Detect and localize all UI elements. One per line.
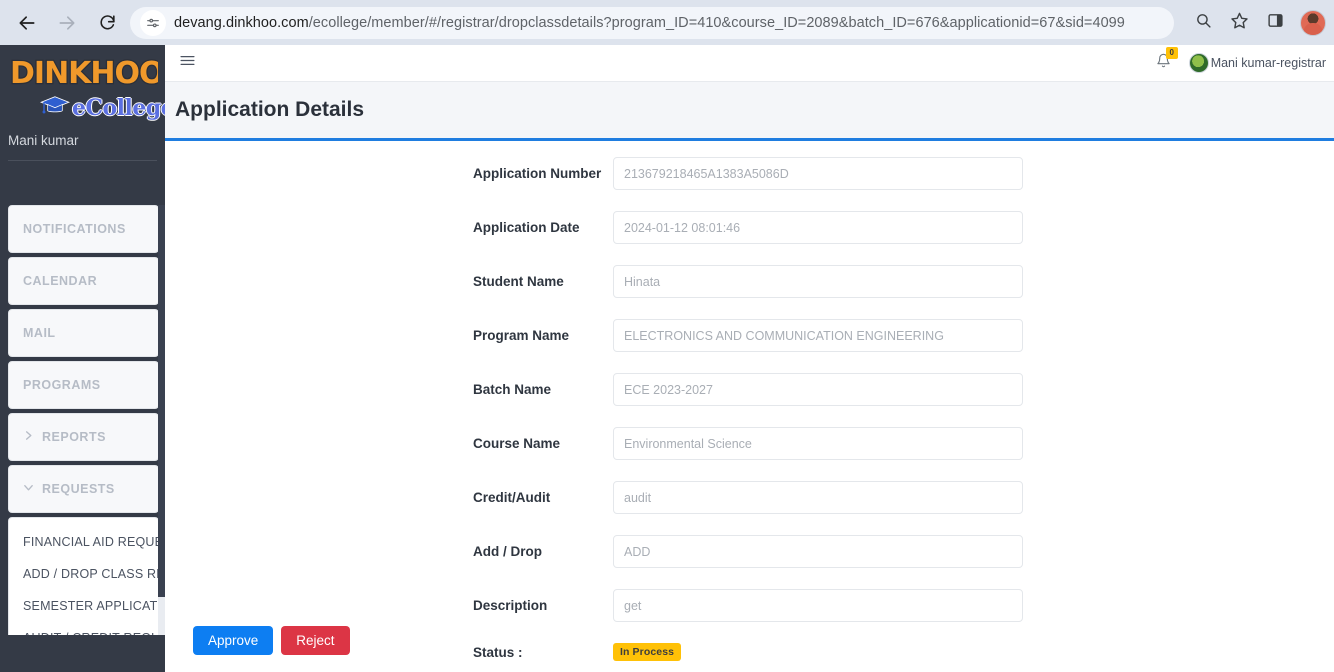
search-icon: [1195, 12, 1212, 34]
form-row-course-name: Course Name Environmental Science: [165, 427, 1334, 460]
reload-icon: [98, 13, 117, 32]
chevron-right-icon: [23, 430, 34, 444]
notification-bell-button[interactable]: 0: [1156, 47, 1178, 73]
profile-avatar-icon[interactable]: [1300, 9, 1326, 36]
sidebar-divider: [8, 160, 157, 161]
field-label: Student Name: [473, 274, 564, 289]
form-row-add-drop: Add / Drop ADD: [165, 535, 1334, 568]
field-label: Credit/Audit: [473, 490, 551, 505]
brand-subtitle: eCollege: [72, 94, 165, 121]
brand-block[interactable]: DINKHOO! eCollege Mani kumar: [0, 45, 165, 161]
back-arrow-icon: [17, 13, 37, 33]
program-name-input[interactable]: ELECTRONICS AND COMMUNICATION ENGINEERIN…: [613, 319, 1023, 352]
course-name-input[interactable]: Environmental Science: [613, 427, 1023, 460]
page-title: Application Details: [175, 98, 365, 121]
sidebar-item-label: CALENDAR: [23, 274, 98, 288]
bookmark-button[interactable]: [1224, 8, 1254, 38]
brand-logo: DINKHOO!: [0, 53, 165, 98]
sidebar-item-calendar[interactable]: CALENDAR: [8, 257, 159, 305]
topbar-user-name[interactable]: Mani kumar-registrar: [1211, 56, 1326, 70]
dinkhoo-wordmark-icon: DINKHOO!: [9, 55, 165, 93]
batch-name-input[interactable]: ECE 2023-2027: [613, 373, 1023, 406]
field-label: Add / Drop: [473, 544, 542, 559]
sidebar-item-programs[interactable]: PROGRAMS: [8, 361, 159, 409]
sidebar-user-name: Mani kumar: [8, 133, 79, 148]
credit-audit-input[interactable]: audit: [613, 481, 1023, 514]
form-row-description: Description get: [165, 589, 1334, 622]
brand-subtitle-row: eCollege: [0, 94, 165, 121]
chevron-down-icon: [23, 482, 34, 496]
forward-button[interactable]: [50, 6, 84, 40]
sidebar-item-label: REQUESTS: [42, 482, 115, 496]
form-row-batch-name: Batch Name ECE 2023-2027: [165, 373, 1334, 406]
sidebar-item-audit-credit-request[interactable]: AUDIT / CREDIT REQUEST: [9, 622, 165, 635]
topbar-right-group: 0 Mani kumar-registrar: [1156, 47, 1326, 73]
url-path: /ecollege/member/#/registrar/dropclassde…: [308, 14, 1125, 31]
sidebar-item-semester-applications[interactable]: SEMESTER APPLICATIONS: [9, 590, 165, 622]
browser-actions: [1182, 8, 1334, 38]
forward-arrow-icon: [57, 13, 77, 33]
sidebar-item-add-drop-class-request[interactable]: ADD / DROP CLASS REQUEST: [9, 558, 165, 590]
sidebar-item-reports[interactable]: REPORTS: [8, 413, 159, 461]
sidebar-item-mail[interactable]: MAIL: [8, 309, 159, 357]
app-topbar: 0 Mani kumar-registrar: [165, 45, 1334, 82]
sidebar-scrollbar-thumb[interactable]: [158, 205, 165, 597]
approve-button[interactable]: Approve: [193, 626, 274, 655]
reject-button[interactable]: Reject: [281, 626, 350, 655]
field-label: Application Date: [473, 220, 580, 235]
application-date-input[interactable]: 2024-01-12 08:01:46: [613, 211, 1023, 244]
field-label: Batch Name: [473, 382, 552, 397]
page-root: DINKHOO! eCollege Mani kumar NO: [0, 45, 1334, 672]
sidebar-scrollbar[interactable]: [158, 205, 165, 635]
sidebar-item-label: MAIL: [23, 326, 56, 340]
field-label: Description: [473, 598, 548, 613]
application-number-input[interactable]: 213679218465A1383A5086D: [613, 157, 1023, 190]
sidebar-item-label: REPORTS: [42, 430, 106, 444]
status-label: Status :: [473, 644, 523, 660]
side-panel-button[interactable]: [1260, 8, 1290, 38]
address-bar[interactable]: devang.dinkhoo.com/ecollege/member/#/reg…: [130, 6, 1174, 39]
notification-count-badge: 0: [1165, 47, 1178, 59]
form-row-application-date: Application Date 2024-01-12 08:01:46: [165, 211, 1334, 244]
student-name-input[interactable]: Hinata: [613, 265, 1023, 298]
svg-text:DINKHOO!: DINKHOO!: [10, 56, 158, 91]
action-buttons: Approve Reject: [193, 626, 350, 655]
sidebar-item-label: PROGRAMS: [23, 378, 101, 392]
description-input[interactable]: get: [613, 589, 1023, 622]
site-settings-icon[interactable]: [140, 9, 166, 36]
hamburger-menu-icon[interactable]: [179, 52, 196, 74]
form-row-program-name: Program Name ELECTRONICS AND COMMUNICATI…: [165, 319, 1334, 352]
page-title-bar: Application Details: [165, 82, 1334, 141]
sidebar-item-label: NOTIFICATIONS: [23, 222, 126, 236]
form-row-application-number: Application Number 213679218465A1383A508…: [165, 157, 1334, 190]
graduation-cap-icon: [40, 94, 70, 121]
reload-button[interactable]: [90, 6, 124, 40]
application-details-form: Application Number 213679218465A1383A508…: [165, 141, 1334, 661]
field-label: Course Name: [473, 436, 561, 451]
main-content: 0 Mani kumar-registrar Application Detai…: [165, 45, 1334, 672]
sidebar-item-requests[interactable]: REQUESTS: [8, 465, 159, 513]
sidebar-item-financial-aid-requests[interactable]: FINANCIAL AID REQUESTS: [9, 526, 165, 558]
sidebar-menu: NOTIFICATIONS CALENDAR MAIL PROGRAMS REP…: [0, 205, 165, 635]
back-button[interactable]: [10, 6, 44, 40]
url-host: devang.dinkhoo.com: [174, 14, 309, 31]
side-panel-icon: [1267, 12, 1284, 34]
sidebar: DINKHOO! eCollege Mani kumar NO: [0, 45, 165, 672]
star-icon: [1230, 11, 1249, 35]
field-label: Program Name: [473, 328, 570, 343]
status-badge: In Process: [613, 643, 682, 661]
form-row-student-name: Student Name Hinata: [165, 265, 1334, 298]
url-text: devang.dinkhoo.com/ecollege/member/#/reg…: [174, 15, 1125, 31]
add-drop-input[interactable]: ADD: [613, 535, 1023, 568]
field-label: Application Number: [473, 166, 602, 181]
form-row-credit-audit: Credit/Audit audit: [165, 481, 1334, 514]
sidebar-item-notifications[interactable]: NOTIFICATIONS: [8, 205, 159, 253]
search-button[interactable]: [1188, 8, 1218, 38]
user-avatar-icon[interactable]: [1188, 53, 1209, 73]
sidebar-submenu-requests: FINANCIAL AID REQUESTS ADD / DROP CLASS …: [8, 517, 165, 635]
browser-toolbar: devang.dinkhoo.com/ecollege/member/#/reg…: [0, 0, 1334, 45]
